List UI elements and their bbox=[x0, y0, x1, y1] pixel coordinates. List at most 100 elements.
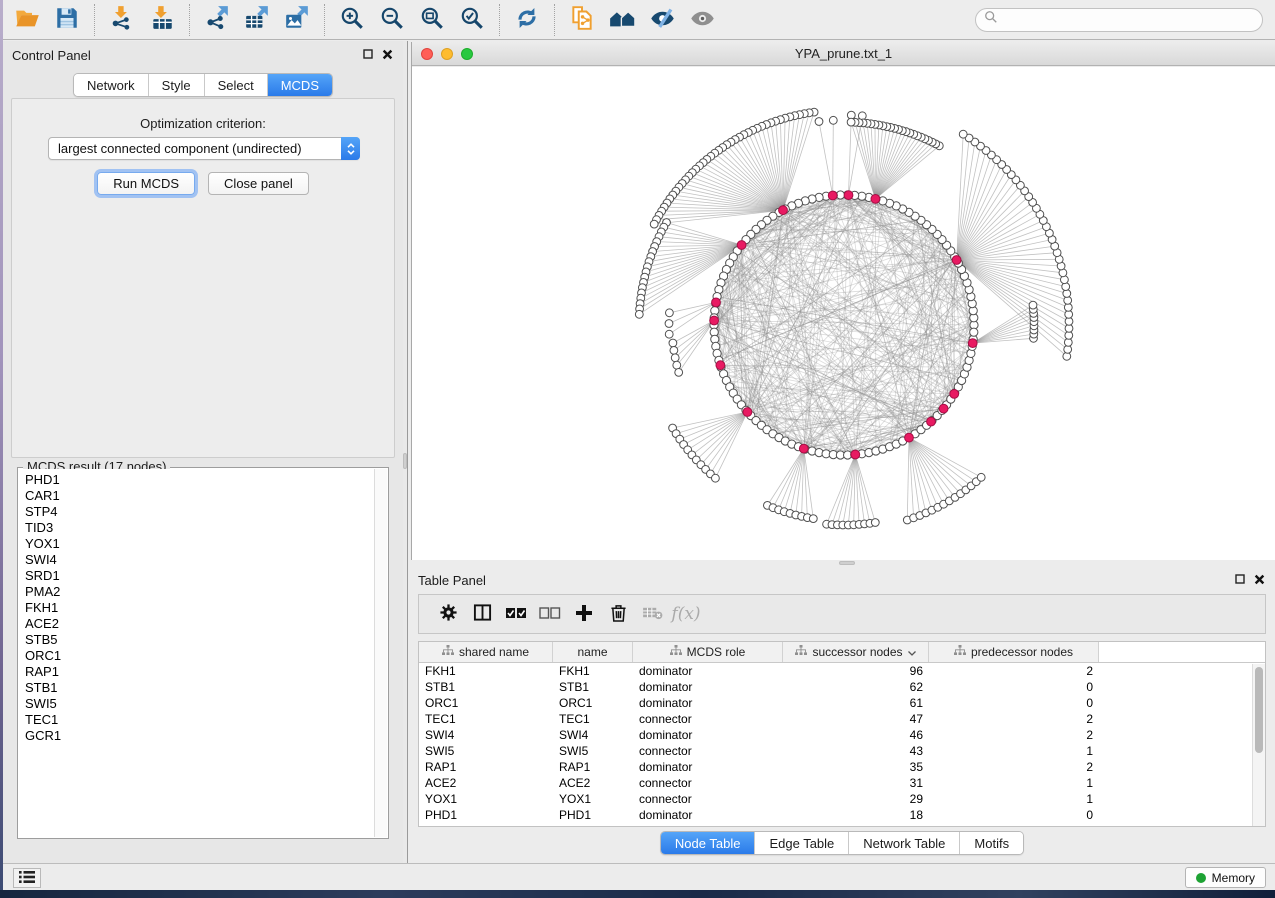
select-all-checkboxes-button[interactable] bbox=[499, 598, 533, 630]
add-entry-button[interactable] bbox=[567, 598, 601, 630]
table-cell: connector bbox=[633, 712, 783, 726]
table-cell: 0 bbox=[929, 808, 1099, 822]
tab-select[interactable]: Select bbox=[205, 74, 268, 96]
table-row[interactable]: FKH1FKH1dominator962 bbox=[419, 663, 1265, 679]
mcds-result-item[interactable]: ACE2 bbox=[25, 616, 374, 632]
table-row[interactable]: YOX1YOX1connector291 bbox=[419, 791, 1265, 807]
table-row[interactable]: SWI5SWI5connector431 bbox=[419, 743, 1265, 759]
delete-table-button bbox=[635, 598, 669, 630]
column-header-successor-nodes[interactable]: successor nodes bbox=[783, 642, 929, 662]
mcds-result-item[interactable]: SWI4 bbox=[25, 552, 374, 568]
table-row[interactable]: SWI4SWI4dominator462 bbox=[419, 727, 1265, 743]
table-cell: 1 bbox=[929, 776, 1099, 790]
vertical-splitter-grip[interactable] bbox=[403, 453, 407, 469]
network-canvas[interactable] bbox=[412, 67, 1275, 560]
home-pair-button[interactable] bbox=[604, 3, 640, 37]
select-stepper-icon bbox=[341, 137, 360, 160]
hide-eye-slash-button[interactable] bbox=[644, 3, 680, 37]
toolbar-separator bbox=[554, 4, 555, 36]
float-table-panel-icon[interactable] bbox=[1235, 574, 1245, 585]
mcds-result-list[interactable]: PHD1CAR1STP4TID3YOX1SWI4SRD1PMA2FKH1ACE2… bbox=[19, 469, 374, 837]
tab-motifs[interactable]: Motifs bbox=[960, 832, 1023, 854]
import-table-button[interactable] bbox=[144, 3, 180, 37]
import-network-button[interactable] bbox=[104, 3, 140, 37]
save-session-button[interactable] bbox=[49, 3, 85, 37]
table-row[interactable]: STB1STB1dominator620 bbox=[419, 679, 1265, 695]
settings-gear-button[interactable] bbox=[431, 598, 465, 630]
mcds-result-item[interactable]: FKH1 bbox=[25, 600, 374, 616]
zoom-in-button[interactable] bbox=[334, 3, 370, 37]
table-cell: 2 bbox=[929, 664, 1099, 678]
float-panel-icon[interactable] bbox=[363, 49, 373, 60]
copy-document-share-button[interactable] bbox=[564, 3, 600, 37]
mcds-result-item[interactable]: SWI5 bbox=[25, 696, 374, 712]
zoom-selected-icon bbox=[459, 5, 485, 34]
column-header-shared-name[interactable]: shared name bbox=[419, 642, 553, 662]
zoom-selected-button[interactable] bbox=[454, 3, 490, 37]
table-row[interactable]: ACE2ACE2connector311 bbox=[419, 775, 1265, 791]
mcds-result-item[interactable]: ORC1 bbox=[25, 648, 374, 664]
export-network-button[interactable] bbox=[199, 3, 235, 37]
zoom-fit-button[interactable] bbox=[414, 3, 450, 37]
search-box[interactable] bbox=[975, 8, 1263, 32]
tab-edge-table[interactable]: Edge Table bbox=[755, 832, 849, 854]
mcds-result-item[interactable]: YOX1 bbox=[25, 536, 374, 552]
function-builder-label: f(x) bbox=[671, 604, 700, 624]
horizontal-splitter-grip[interactable] bbox=[839, 561, 855, 565]
refresh-view-button[interactable] bbox=[509, 3, 545, 37]
mcds-result-item[interactable]: PHD1 bbox=[25, 472, 374, 488]
delete-entry-button[interactable] bbox=[601, 598, 635, 630]
column-header-label: shared name bbox=[459, 645, 529, 659]
table-scrollbar[interactable] bbox=[1252, 664, 1265, 826]
mcds-result-item[interactable]: TEC1 bbox=[25, 712, 374, 728]
mcds-result-item[interactable]: STB5 bbox=[25, 632, 374, 648]
network-graph[interactable] bbox=[412, 67, 1275, 560]
tab-network-table[interactable]: Network Table bbox=[849, 832, 960, 854]
mcds-result-item[interactable]: STB1 bbox=[25, 680, 374, 696]
search-input[interactable] bbox=[1003, 13, 1254, 27]
table-cell: TEC1 bbox=[553, 712, 633, 726]
table-cell: STB1 bbox=[553, 680, 633, 694]
run-mcds-button[interactable]: Run MCDS bbox=[97, 172, 195, 195]
table-scrollbar-thumb[interactable] bbox=[1255, 667, 1263, 753]
table-row[interactable]: ORC1ORC1dominator610 bbox=[419, 695, 1265, 711]
close-panel-icon[interactable] bbox=[382, 49, 393, 60]
mcds-result-item[interactable]: TID3 bbox=[25, 520, 374, 536]
mcds-result-item[interactable]: RAP1 bbox=[25, 664, 374, 680]
task-history-button[interactable] bbox=[13, 868, 41, 888]
open-file-button[interactable] bbox=[9, 3, 45, 37]
desktop-wallpaper-bottom bbox=[0, 890, 1275, 898]
table-row[interactable]: RAP1RAP1dominator352 bbox=[419, 759, 1265, 775]
table-cell: SWI4 bbox=[553, 728, 633, 742]
table-cell: 0 bbox=[929, 680, 1099, 694]
show-eye-button[interactable] bbox=[684, 3, 720, 37]
zoom-out-button[interactable] bbox=[374, 3, 410, 37]
mcds-result-item[interactable]: SRD1 bbox=[25, 568, 374, 584]
export-table-button[interactable] bbox=[239, 3, 275, 37]
table-panel: Table Panel f(x) shared namenameMCDS rol… bbox=[409, 566, 1275, 863]
network-window-titlebar[interactable]: YPA_prune.txt_1 bbox=[412, 42, 1275, 66]
deselect-all-checkboxes-button[interactable] bbox=[533, 598, 567, 630]
table-row[interactable]: TEC1TEC1connector472 bbox=[419, 711, 1265, 727]
close-table-panel-icon[interactable] bbox=[1254, 574, 1265, 585]
tab-style[interactable]: Style bbox=[149, 74, 205, 96]
column-header-name[interactable]: name bbox=[553, 642, 633, 662]
table-row[interactable]: PHD1PHD1dominator180 bbox=[419, 807, 1265, 823]
mcds-result-item[interactable]: PMA2 bbox=[25, 584, 374, 600]
memory-button[interactable]: Memory bbox=[1185, 867, 1266, 888]
right-column: YPA_prune.txt_1 Table Panel f(x bbox=[409, 41, 1275, 863]
criterion-select[interactable]: largest connected component (undirected) bbox=[48, 137, 360, 160]
split-panel-button[interactable] bbox=[465, 598, 499, 630]
mcds-result-item[interactable]: GCR1 bbox=[25, 728, 374, 744]
mcds-result-item[interactable]: STP4 bbox=[25, 504, 374, 520]
tab-node-table[interactable]: Node Table bbox=[661, 832, 756, 854]
mcds-list-scrollbar[interactable] bbox=[374, 469, 387, 837]
column-header-predecessor-nodes[interactable]: predecessor nodes bbox=[929, 642, 1099, 662]
close-panel-button[interactable]: Close panel bbox=[208, 172, 309, 195]
column-header-MCDS-role[interactable]: MCDS role bbox=[633, 642, 783, 662]
mcds-result-item[interactable]: CAR1 bbox=[25, 488, 374, 504]
export-image-button[interactable] bbox=[279, 3, 315, 37]
tab-network[interactable]: Network bbox=[74, 74, 149, 96]
tab-mcds[interactable]: MCDS bbox=[268, 74, 332, 96]
vertical-splitter[interactable] bbox=[403, 41, 408, 863]
